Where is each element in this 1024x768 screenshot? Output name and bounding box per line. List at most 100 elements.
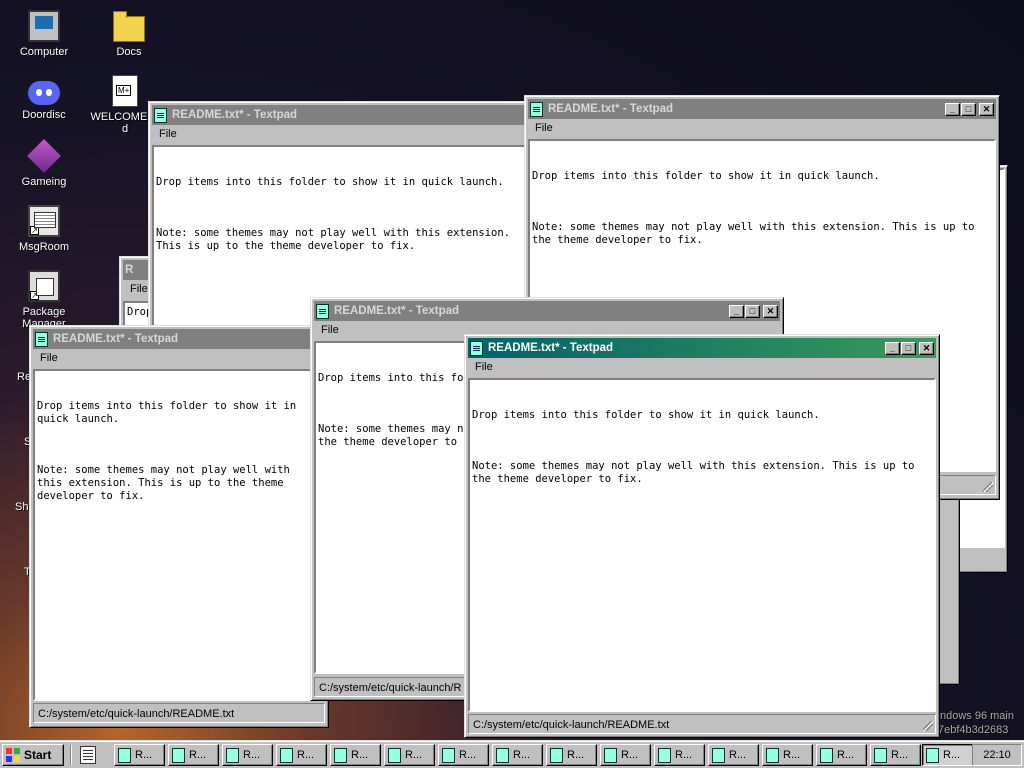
cube-icon (27, 139, 61, 173)
textpad-icon (154, 107, 167, 123)
close-button[interactable]: ✕ (763, 304, 778, 318)
windows-logo-icon (6, 748, 20, 762)
taskbar-task-button[interactable]: R... (384, 744, 435, 766)
textpad-window-active[interactable]: README.txt* - Textpad _ □ ✕ File Drop it… (464, 334, 940, 738)
taskbar-task-button[interactable]: R... (600, 744, 651, 766)
shortcut-arrow-icon: ↗ (30, 226, 39, 235)
editor-line: Note: some themes may not play well with… (532, 221, 981, 246)
task-label: R... (891, 749, 909, 761)
quick-launch-textpad-icon[interactable] (80, 746, 96, 764)
menu-bar: File (152, 125, 534, 143)
menu-file[interactable]: File (37, 352, 61, 364)
desktop-icon-label: Computer (19, 46, 69, 58)
window-titlebar[interactable]: README.txt* - Textpad (152, 105, 534, 125)
window-titlebar[interactable]: README.txt* - Textpad (33, 329, 325, 349)
task-label: R... (729, 749, 747, 761)
task-label: R... (567, 749, 585, 761)
taskbar-task-button[interactable]: R... (222, 744, 273, 766)
window-titlebar[interactable]: README.txt* - Textpad _ □ ✕ (528, 99, 996, 119)
task-label: R... (943, 749, 961, 761)
editor-line: Drop items into this folder to show it i… (532, 170, 880, 182)
start-label: Start (24, 748, 52, 762)
menu-bar: File (33, 349, 325, 367)
task-label: R... (459, 749, 477, 761)
close-button[interactable]: ✕ (979, 102, 994, 116)
textpad-icon (442, 747, 455, 763)
menu-bar: File (468, 358, 936, 376)
quick-launch-separator (70, 745, 72, 765)
editor-line: Note: some themes may not play well with… (156, 227, 517, 252)
window-titlebar[interactable]: README.txt* - Textpad _ □ ✕ (468, 338, 936, 358)
taskbar-task-button[interactable]: R... (762, 744, 813, 766)
textpad-icon (388, 747, 401, 763)
markdown-file-icon (112, 75, 138, 107)
text-editor-area[interactable]: Drop items into this folder to show it i… (33, 369, 325, 701)
computer-icon (28, 10, 60, 42)
status-bar: C:/system/etc/quick-launch/README.txt (468, 714, 936, 734)
close-button[interactable]: ✕ (919, 341, 934, 355)
taskbar-task-button[interactable]: R... (654, 744, 705, 766)
taskbar-task-button[interactable]: R... (438, 744, 489, 766)
desktop-icon-computer[interactable]: Computer (8, 10, 80, 58)
task-label: R... (513, 749, 531, 761)
textpad-icon (172, 747, 185, 763)
menu-file[interactable]: File (532, 122, 556, 134)
desktop-icon-gameing[interactable]: Gameing (8, 139, 80, 188)
taskbar-task-button[interactable]: R... (708, 744, 759, 766)
textpad-icon (226, 747, 239, 763)
taskbar-task-button[interactable]: R... (276, 744, 327, 766)
status-path: C:/system/etc/quick-launch/README.txt (38, 708, 235, 720)
textpad-icon (658, 747, 671, 763)
taskbar-task-button[interactable]: R... (546, 744, 597, 766)
window-title: README.txt* - Textpad (172, 109, 298, 121)
editor-line: Drop items into this folder to show it i… (37, 400, 303, 425)
desktop-icon-label: Docs (116, 46, 142, 58)
taskbar-task-button[interactable]: R... (168, 744, 219, 766)
task-label: R... (783, 749, 801, 761)
taskbar-task-button[interactable]: R... (816, 744, 867, 766)
desktop-icon-label: Doordisc (22, 109, 66, 121)
task-label: R... (621, 749, 639, 761)
system-tray-clock: 22:10 (972, 744, 1022, 766)
task-label: R... (675, 749, 693, 761)
desktop-icon-docs[interactable]: Docs (93, 10, 165, 58)
taskbar-task-button[interactable]: R... (330, 744, 381, 766)
minimize-button[interactable]: _ (945, 102, 960, 116)
textpad-icon (820, 747, 833, 763)
desktop-icon-msgroom[interactable]: ↗ MsgRoom (8, 205, 80, 253)
task-label: R... (135, 749, 153, 761)
taskbar-task-button[interactable]: R... (492, 744, 543, 766)
menu-bar: File (528, 119, 996, 137)
desktop-icon-doordisc[interactable]: Doordisc (8, 75, 80, 121)
window-titlebar[interactable]: README.txt* - Textpad _ □ ✕ (314, 301, 780, 321)
maximize-button[interactable]: □ (901, 341, 916, 355)
minimize-button[interactable]: _ (885, 341, 900, 355)
menu-file[interactable]: File (156, 128, 180, 140)
minimize-button[interactable]: _ (729, 304, 744, 318)
textpad-icon (280, 747, 293, 763)
textpad-icon (35, 331, 48, 347)
maximize-button[interactable]: □ (745, 304, 760, 318)
menu-file[interactable]: File (318, 324, 342, 336)
task-label: R... (837, 749, 855, 761)
menu-file[interactable]: File (472, 361, 496, 373)
resize-grip[interactable] (923, 721, 933, 731)
message-board-icon: ↗ (28, 205, 60, 237)
textpad-icon (334, 747, 347, 763)
start-button[interactable]: Start (2, 744, 64, 766)
textpad-icon (550, 747, 563, 763)
taskbar-task-button[interactable]: R... (922, 744, 973, 766)
discord-icon (28, 81, 60, 105)
maximize-button[interactable]: □ (961, 102, 976, 116)
taskbar-task-button[interactable]: R... (114, 744, 165, 766)
window-title: README.txt* - Textpad (488, 342, 614, 354)
text-editor-area[interactable]: Drop items into this folder to show it i… (468, 378, 936, 712)
desktop-icon-package-manager[interactable]: ↗ Package Manager (8, 270, 80, 330)
package-icon: ↗ (28, 270, 60, 302)
textpad-window[interactable]: README.txt* - Textpad File Drop items in… (29, 325, 329, 728)
resize-grip[interactable] (983, 482, 993, 492)
desktop-icon-label: MsgRoom (18, 241, 70, 253)
taskbar-task-button[interactable]: R... (870, 744, 921, 766)
folder-icon (113, 11, 145, 42)
textpad-icon (118, 747, 131, 763)
